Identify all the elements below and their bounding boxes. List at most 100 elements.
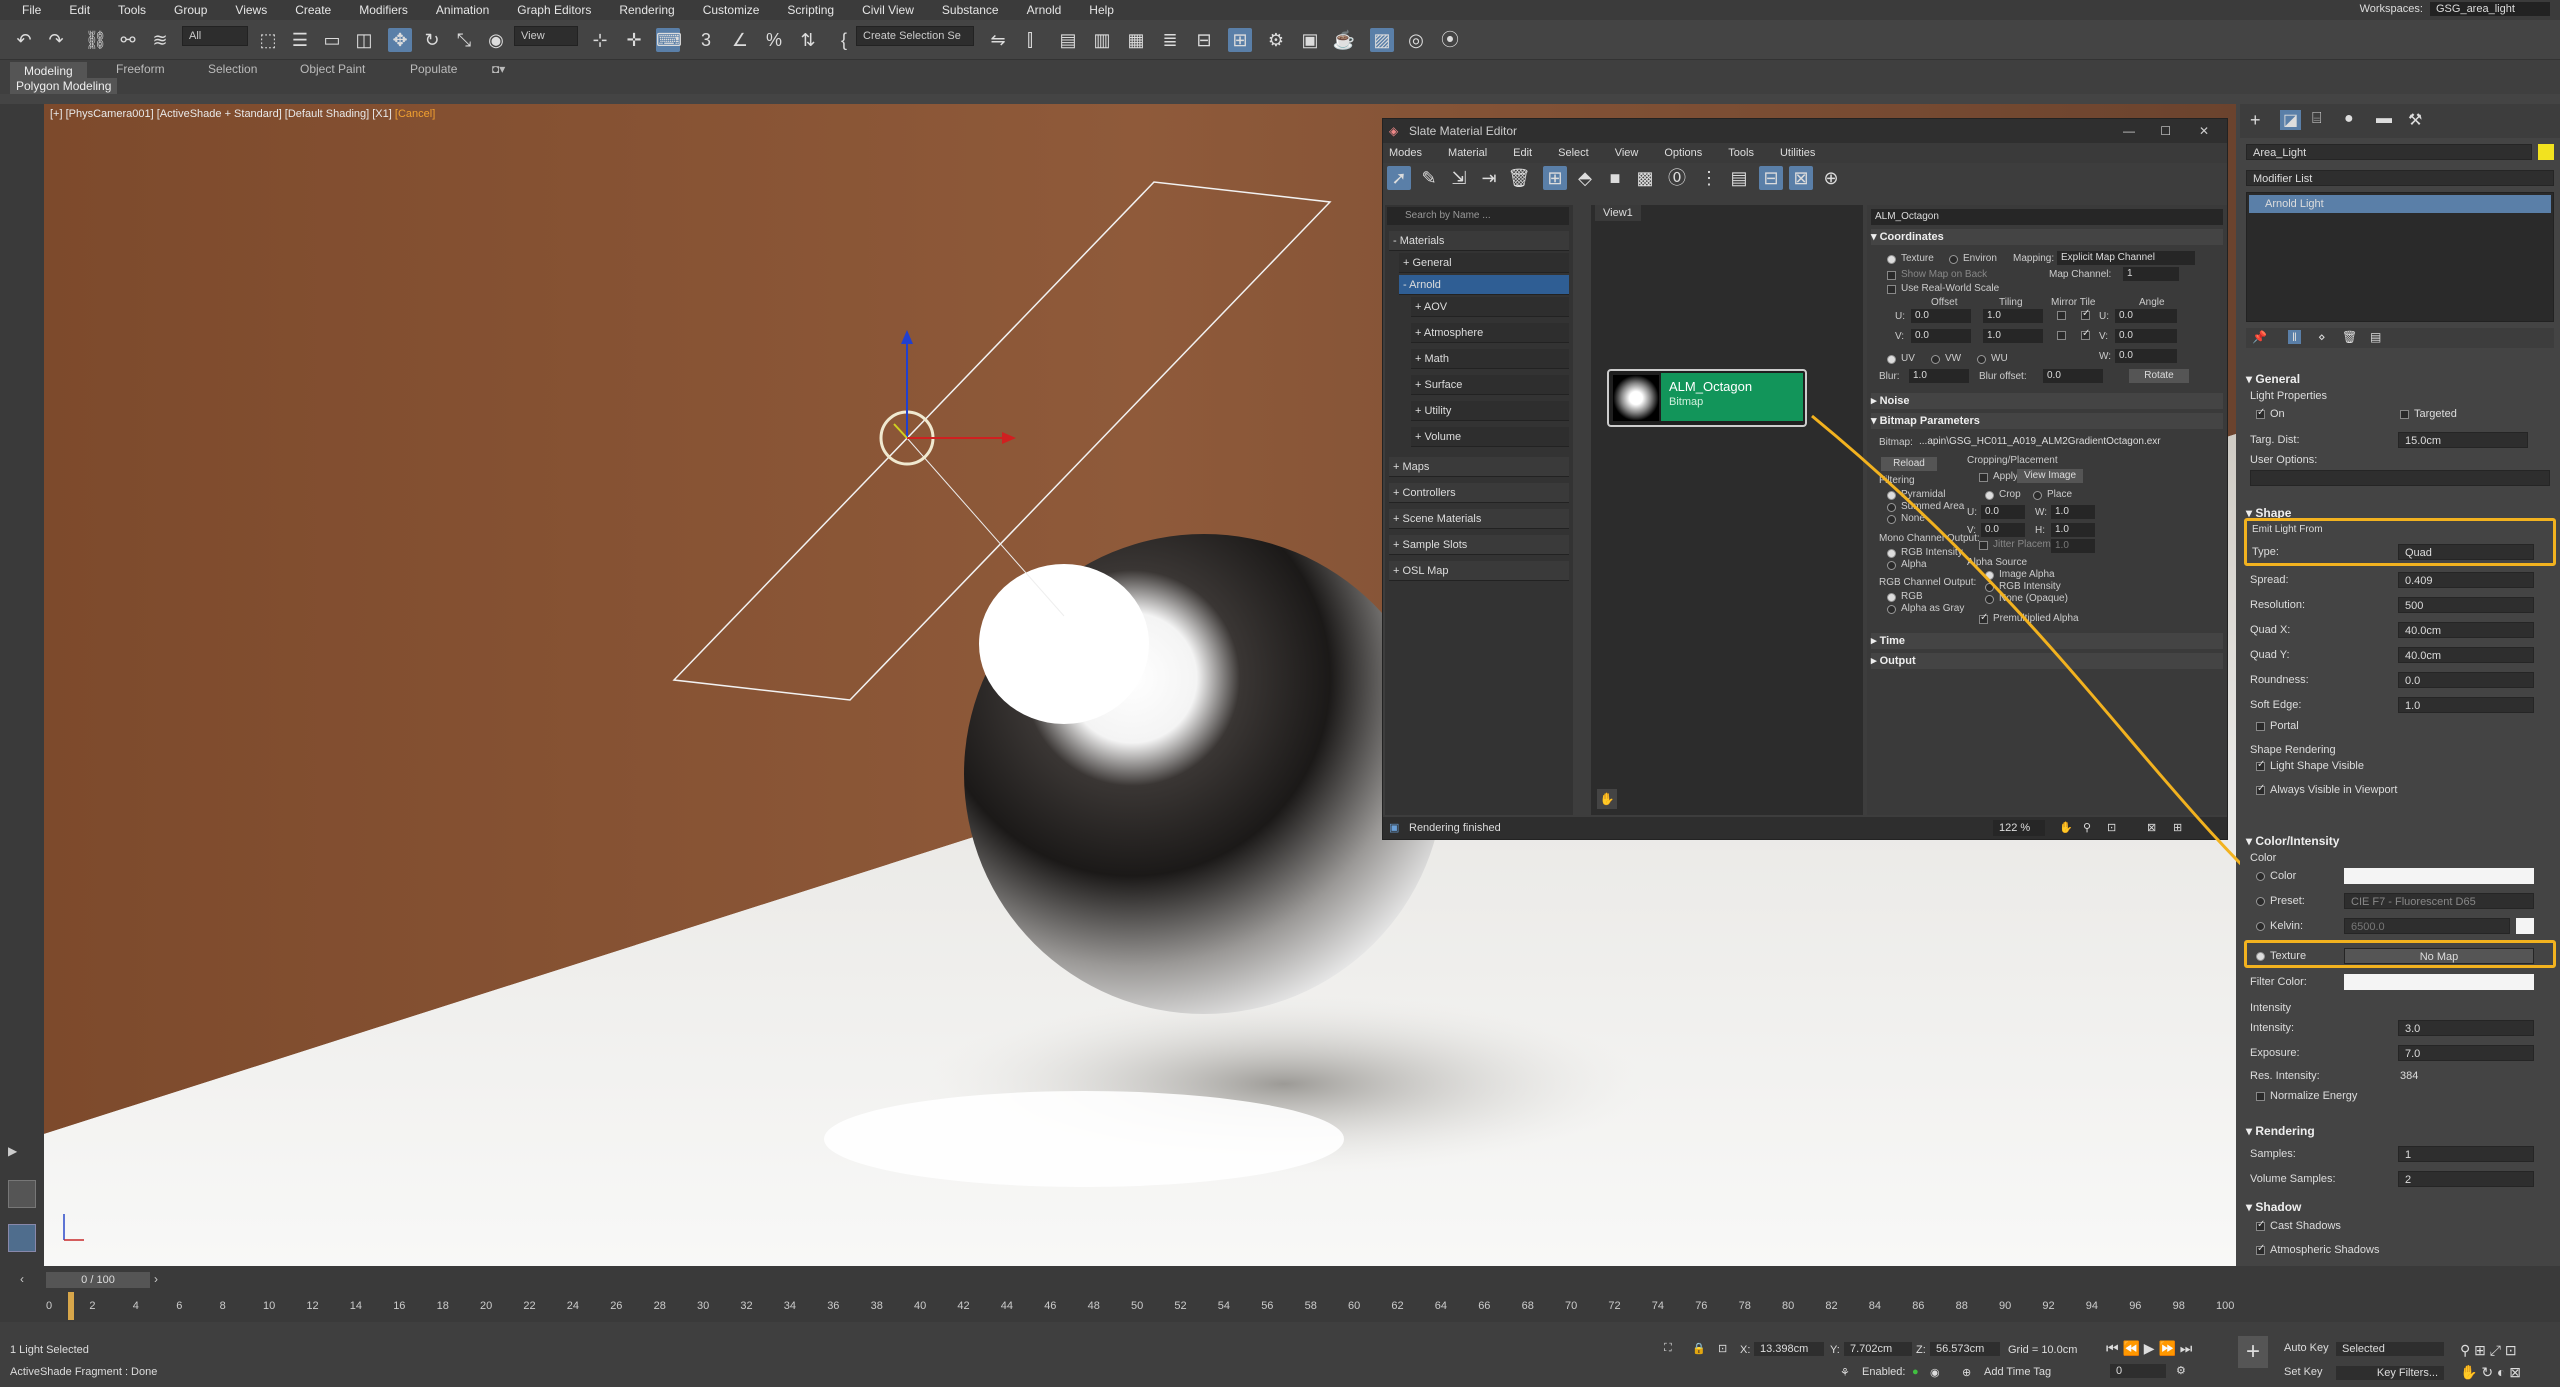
u-mirror-checkbox[interactable] <box>2057 311 2066 320</box>
slate-menu-options[interactable]: Options <box>1664 147 1702 159</box>
atmospheric-shadows-checkbox[interactable] <box>2256 1243 2265 1255</box>
manipulate-icon[interactable]: ✛ <box>622 28 646 52</box>
assign-material-icon[interactable]: ⇥ <box>1477 166 1501 190</box>
browser-group-maps[interactable]: + Maps <box>1389 457 1569 477</box>
motion-tab-icon[interactable]: ● <box>2344 110 2354 128</box>
select-tool-icon[interactable]: ➚ <box>1387 166 1411 190</box>
rollout-general[interactable]: ▾ General <box>2246 372 2300 386</box>
close-icon[interactable]: ✕ <box>2199 119 2209 143</box>
track-bar[interactable]: 0 2 4 6 8 10 12 14 16 18 20 22 24 26 28 30 32 34 36 38 40 42 4… <box>46 1292 2234 1320</box>
filter-none-radio[interactable] <box>1887 515 1896 524</box>
pivot-center-icon[interactable]: ⊹ <box>588 28 612 52</box>
filter-color-swatch[interactable] <box>2344 974 2534 990</box>
layout-children-icon[interactable]: ⋮ <box>1697 166 1721 190</box>
alpha-as-gray-radio[interactable] <box>1887 605 1896 614</box>
create-tab-icon[interactable]: + <box>2250 110 2261 131</box>
ribbon-panel-polygon-modeling[interactable]: Polygon Modeling <box>10 78 118 94</box>
layer-explorer-icon[interactable]: ▥ <box>1090 28 1114 52</box>
browser-group-general[interactable]: + General <box>1399 253 1569 273</box>
selection-filter-dropdown[interactable]: All <box>182 26 248 46</box>
minimize-icon[interactable]: — <box>2123 119 2135 143</box>
menu-file[interactable]: File <box>8 3 55 17</box>
key-selection-dropdown[interactable]: Selected <box>2336 1342 2444 1356</box>
hide-unused-icon[interactable]: ⬘ <box>1573 166 1597 190</box>
browser-arnold-math[interactable]: + Math <box>1411 349 1569 369</box>
slate-menu-modes[interactable]: Modes <box>1389 147 1422 159</box>
material-editor-icon[interactable]: ⊞ <box>1228 28 1252 52</box>
mono-alpha-radio[interactable] <box>1887 561 1896 570</box>
redo-icon[interactable]: ↷ <box>44 28 68 52</box>
current-frame-field[interactable]: 0 <box>2110 1364 2166 1378</box>
current-frame-marker[interactable] <box>68 1292 74 1320</box>
intensity-field[interactable]: 3.0 <box>2398 1020 2534 1036</box>
lock-selection-icon[interactable]: 🔒 <box>1692 1342 1706 1355</box>
targeted-checkbox[interactable] <box>2400 410 2409 419</box>
material-parameter-editor-icon[interactable]: ▤ <box>1727 166 1751 190</box>
add-time-tag[interactable]: Add Time Tag <box>1984 1366 2051 1378</box>
rollout-bitmap-parameters[interactable]: ▾ Bitmap Parameters <box>1871 413 2223 429</box>
hierarchy-tab-icon[interactable]: ⌸ <box>2312 110 2322 128</box>
zoom-region-icon[interactable]: ⊡ <box>2107 817 2116 839</box>
rollout-shadow[interactable]: ▾ Shadow <box>2246 1200 2301 1214</box>
use-real-world-checkbox[interactable] <box>1887 285 1896 294</box>
resolution-field[interactable]: 500 <box>2398 597 2534 613</box>
render-setup-icon[interactable]: ⚙ <box>1264 28 1288 52</box>
node-view[interactable]: View1 ALM_Octagon Bitmap ✋ <box>1591 205 1863 815</box>
time-tag-icon[interactable]: ⊕ <box>1962 1366 1971 1379</box>
align-icon[interactable]: ⫿ <box>1018 28 1042 52</box>
schematic-view-icon[interactable]: ⊟ <box>1192 28 1216 52</box>
viewport-label-text[interactable]: [+] [PhysCamera001] [ActiveShade + Stand… <box>50 108 392 120</box>
key-filters-button[interactable]: Key Filters... <box>2336 1366 2444 1380</box>
slate-menu-select[interactable]: Select <box>1558 147 1589 159</box>
zoom-extents-selected-icon[interactable]: ⊞ <box>2173 817 2182 839</box>
always-visible-checkbox[interactable] <box>2256 783 2265 795</box>
texture-radio[interactable] <box>1887 255 1896 264</box>
crop-v-field[interactable]: 0.0 <box>1981 523 2025 537</box>
menu-graph-editors[interactable]: Graph Editors <box>503 3 605 17</box>
adaptive-degradation-icon[interactable]: ⚘ <box>1840 1366 1850 1379</box>
remove-modifier-icon[interactable]: 🗑 <box>2342 330 2357 344</box>
v-offset-field[interactable]: 0.0 <box>1911 329 1971 343</box>
u-tile-checkbox[interactable] <box>2081 308 2090 320</box>
select-and-rotate-icon[interactable]: ↻ <box>420 28 444 52</box>
browser-arnold-aov[interactable]: + AOV <box>1411 297 1569 317</box>
z-coord-field[interactable]: 56.573cm <box>1930 1342 2000 1356</box>
slate-menu-view[interactable]: View <box>1615 147 1639 159</box>
mirror-icon[interactable]: ⇋ <box>986 28 1010 52</box>
v-tile-checkbox[interactable] <box>2081 328 2090 340</box>
ribbon-tab-object-paint[interactable]: Object Paint <box>300 62 365 76</box>
material-map-browser-icon[interactable]: ⊟ <box>1759 166 1783 190</box>
blur-field[interactable]: 1.0 <box>1909 369 1969 383</box>
preset-radio[interactable] <box>2256 897 2265 906</box>
quad-x-field[interactable]: 40.0cm <box>2398 622 2534 638</box>
reload-button[interactable]: Reload <box>1881 457 1937 471</box>
alpha-rgb-intensity-radio[interactable] <box>1985 583 1994 592</box>
uv-radio[interactable] <box>1887 355 1896 364</box>
browser-group-osl-map[interactable]: + OSL Map <box>1389 561 1569 581</box>
kelvin-field[interactable]: 6500.0 <box>2344 918 2510 934</box>
select-and-move-icon[interactable]: ✥ <box>388 28 412 52</box>
menu-arnold[interactable]: Arnold <box>1013 3 1076 17</box>
crop-u-field[interactable]: 0.0 <box>1981 505 2025 519</box>
browser-arnold-surface[interactable]: + Surface <box>1411 375 1569 395</box>
y-coord-field[interactable]: 7.702cm <box>1844 1342 1912 1356</box>
modify-tab-icon[interactable]: ◪ <box>2280 110 2302 130</box>
slate-menu-tools[interactable]: Tools <box>1728 147 1754 159</box>
crop-h-field[interactable]: 1.0 <box>2051 523 2095 537</box>
slate-menu-utilities[interactable]: Utilities <box>1780 147 1815 159</box>
soft-edge-field[interactable]: 1.0 <box>2398 697 2534 713</box>
display-tab-icon[interactable]: ▬ <box>2376 110 2392 128</box>
pyramidal-radio[interactable] <box>1887 491 1896 500</box>
isolate-icon[interactable]: ⛶ <box>1664 1342 1672 1355</box>
play-triangle-icon[interactable]: ▶ <box>8 1144 24 1160</box>
object-name-field[interactable]: Area_Light <box>2246 144 2532 160</box>
modifier-list-dropdown[interactable]: Modifier List <box>2246 170 2554 186</box>
crop-radio[interactable] <box>1985 491 1994 500</box>
enabled-toggle-icon[interactable]: ◉ <box>1930 1366 1940 1379</box>
menu-scripting[interactable]: Scripting <box>773 3 848 17</box>
menu-group[interactable]: Group <box>160 3 221 17</box>
workspace-selector[interactable]: Workspaces: GSG_area_light <box>2360 2 2550 16</box>
search-nodes-icon[interactable]: ⊕ <box>1819 166 1843 190</box>
timeline-next-icon[interactable]: › <box>154 1272 158 1286</box>
delete-icon[interactable]: 🗑 <box>1507 166 1531 190</box>
